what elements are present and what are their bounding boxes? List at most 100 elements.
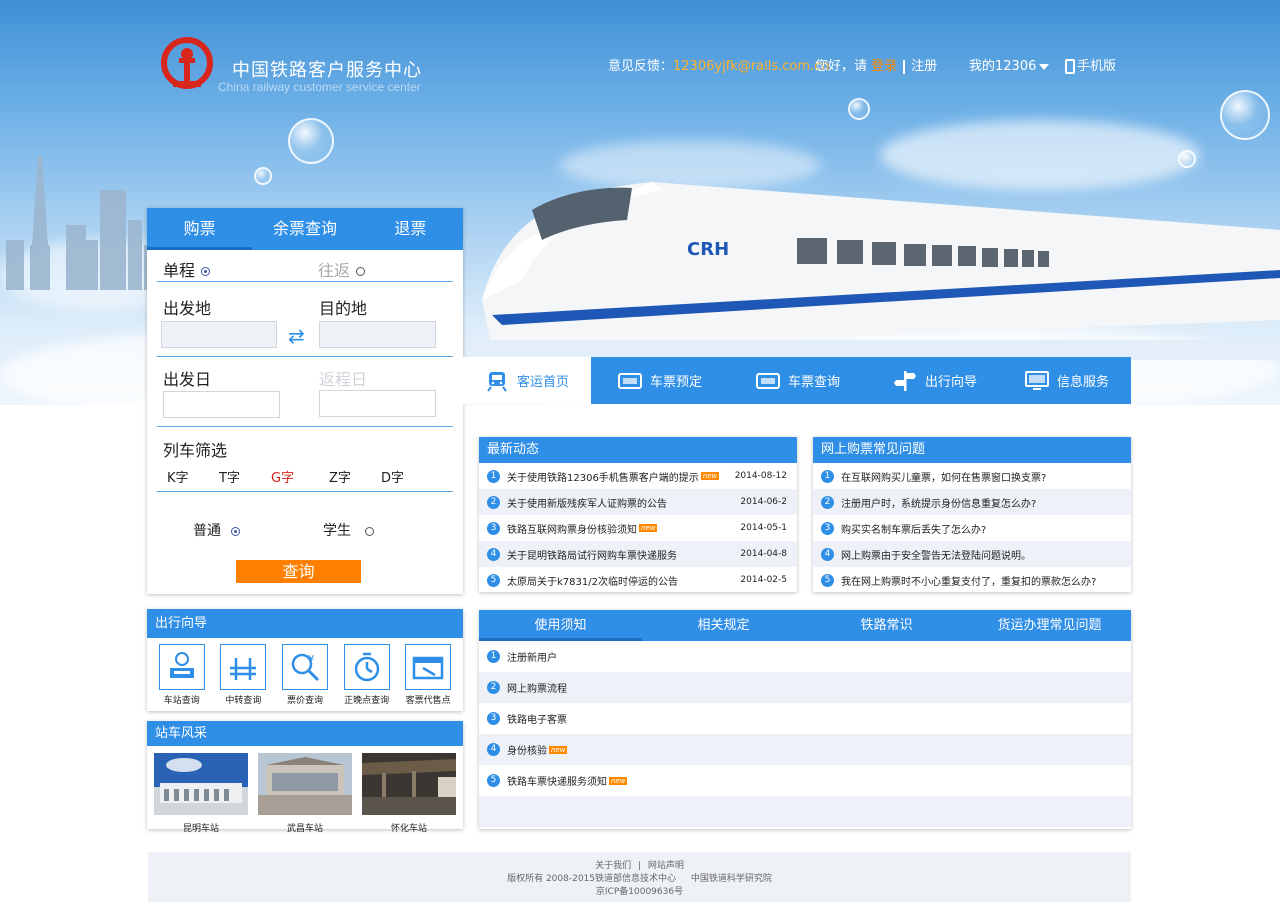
nav-passenger-home[interactable]: 客运首页 — [463, 357, 591, 404]
bubble — [1220, 90, 1270, 140]
info-item[interactable]: 4 身份核验 new — [479, 734, 1131, 765]
new-badge: new — [639, 524, 658, 532]
faq-text: 注册用户时，系统提示身份信息重复怎么办? — [841, 498, 1037, 510]
news-item[interactable]: 3 铁路互联网购票身份核验须知 new 2014-05-1 — [479, 515, 797, 541]
footer-links: 关于我们 | 网站声明 — [148, 860, 1131, 873]
depart-date-input[interactable] — [163, 391, 280, 418]
guide-agency-points[interactable]: 客票代售点 — [401, 644, 455, 706]
news-item[interactable]: 1 关于使用铁路12306手机售票客户端的提示 new 2014-08-12 — [479, 463, 797, 489]
station-photo-huaihua[interactable]: 怀化车站 — [362, 753, 456, 834]
student-radio[interactable] — [365, 526, 374, 536]
footer-separator: | — [637, 861, 642, 871]
news-item[interactable]: 5 太原局关于k7831/2次临时停运的公告 2014-02-5 — [479, 567, 797, 593]
faq-text: 在互联网购买儿童票，如何在售票窗口换支票? — [841, 472, 1047, 484]
faq-item[interactable]: 2 注册用户时，系统提示身份信息重复怎么办? — [813, 489, 1131, 515]
register-link[interactable]: 注册 — [911, 59, 937, 74]
news-item[interactable]: 4 关于昆明铁路局试行网购车票快递服务 2014-04-8 — [479, 541, 797, 567]
news-date: 2014-08-12 — [734, 471, 787, 481]
tab-refund[interactable]: 退票 — [358, 208, 463, 250]
divider — [157, 426, 453, 427]
monitor-icon — [1024, 370, 1049, 390]
one-way-radio[interactable] — [201, 267, 211, 276]
guide-title: 出行向导 — [147, 609, 463, 638]
tab-freight-faq[interactable]: 货运办理常见问题 — [968, 610, 1131, 641]
guide-transfer-query[interactable]: 中转查询 — [216, 644, 270, 706]
news-text: 关于使用新版残疾军人证购票的公告 — [507, 498, 667, 510]
number-badge: 5 — [821, 573, 834, 587]
faq-item[interactable]: 1 在互联网购买儿童票，如何在售票窗口换支票? — [813, 463, 1131, 489]
tab-regulations[interactable]: 相关规定 — [642, 610, 805, 641]
station-photo-kunming[interactable]: 昆明车站 — [154, 753, 248, 834]
faq-item[interactable]: 4 网上购票由于安全警告无法登陆问题说明。 — [813, 541, 1131, 567]
train-type-d[interactable]: D字 — [381, 467, 404, 486]
nav-label: 车票查询 — [787, 375, 840, 390]
swap-stations-icon[interactable]: ⇄ — [288, 324, 305, 348]
station-icon — [158, 644, 205, 690]
tab-railway-knowledge[interactable]: 铁路常识 — [805, 610, 968, 641]
search-button[interactable]: 查询 — [236, 560, 361, 583]
city-skyline — [6, 155, 160, 290]
stations-title: 站车风采 — [147, 721, 463, 746]
photo-label: 武昌车站 — [286, 824, 323, 834]
round-trip-label: 往返 — [318, 261, 351, 280]
round-trip-option[interactable]: 往返 — [318, 257, 366, 281]
nav-ticket-query[interactable]: 车票查询 — [729, 357, 867, 404]
faq-item[interactable]: 3 购买实名制车票后丢失了怎么办? — [813, 515, 1131, 541]
tab-usage-notice[interactable]: 使用须知 — [479, 610, 642, 641]
student-option[interactable]: 学生 — [323, 520, 374, 540]
nav-label: 客运首页 — [516, 375, 569, 390]
guide-delay-query[interactable]: 正晚点查询 — [340, 644, 394, 706]
transfer-icon — [220, 644, 267, 690]
ordinary-radio[interactable] — [231, 526, 240, 536]
number-badge: 1 — [487, 469, 500, 483]
train-type-t[interactable]: T字 — [219, 467, 240, 486]
news-item[interactable]: 2 关于使用新版残疾军人证购票的公告 2014-06-2 — [479, 489, 797, 515]
main-nav: 客运首页 车票预定 车票查询 出行向导 信息服务 — [463, 357, 1131, 404]
separator — [903, 59, 906, 74]
login-link[interactable]: 登录 — [871, 59, 897, 74]
faq-text: 我在网上购票时不小心重复支付了，重复扣的票款怎么办? — [841, 576, 1097, 588]
statement-link[interactable]: 网站声明 — [648, 861, 684, 871]
ticket-agency-icon — [405, 644, 452, 690]
return-date-input[interactable] — [319, 390, 436, 417]
station-photo-wuchang[interactable]: 武昌车站 — [258, 753, 352, 834]
institute-text: 中国铁道科学研究院 — [690, 874, 772, 884]
mobile-link[interactable]: 手机版 — [1065, 55, 1116, 74]
number-badge: 2 — [821, 495, 834, 509]
news-title: 最新动态 — [479, 437, 797, 463]
info-item[interactable]: 5 铁路车票快递服务须知 new — [479, 765, 1131, 796]
footer-copyright-line: 版权所有 2008-2015铁道部信息技术中心 中国铁道科学研究院 — [148, 873, 1131, 886]
feedback-email-link[interactable]: 12306yjfk@rails.com.cn — [673, 59, 830, 74]
nav-ticket-booking[interactable]: 车票预定 — [591, 357, 729, 404]
train-type-k[interactable]: K字 — [167, 467, 189, 486]
one-way-option[interactable]: 单程 — [163, 257, 211, 281]
feedback: 意见反馈：12306yjfk@rails.com.cn — [608, 55, 830, 74]
ordinary-option[interactable]: 普通 — [193, 520, 240, 540]
faq-item[interactable]: 5 我在网上购票时不小心重复支付了，重复扣的票款怎么办? — [813, 567, 1131, 593]
faq-text: 网上购票由于安全警告无法登陆问题说明。 — [841, 550, 1031, 562]
news-text: 太原局关于k7831/2次临时停运的公告 — [507, 576, 678, 588]
train-type-g[interactable]: G字 — [271, 467, 294, 486]
from-station-input[interactable] — [161, 321, 277, 348]
my12306-menu[interactable]: 我的12306 — [969, 55, 1050, 74]
nav-travel-guide[interactable]: 出行向导 — [867, 357, 1003, 404]
tab-buy-ticket[interactable]: 购票 — [147, 208, 253, 250]
train-type-z[interactable]: Z字 — [329, 467, 351, 486]
nav-info-service[interactable]: 信息服务 — [1003, 357, 1131, 404]
guide-fare-query[interactable]: ¥ 票价查询 — [278, 644, 332, 706]
guide-station-query[interactable]: 车站查询 — [155, 644, 209, 706]
info-item[interactable]: 2 网上购票流程 — [479, 672, 1131, 703]
to-station-input[interactable] — [319, 321, 436, 348]
info-item[interactable]: 1 注册新用户 — [479, 641, 1131, 672]
info-text: 铁路电子客票 — [507, 715, 567, 726]
site-title: 中国铁路客户服务中心 — [232, 60, 422, 81]
info-item[interactable]: 3 铁路电子客票 — [479, 703, 1131, 734]
phone-icon — [1065, 59, 1075, 74]
footer: 关于我们 | 网站声明 版权所有 2008-2015铁道部信息技术中心 中国铁道… — [148, 852, 1131, 902]
number-badge: 2 — [487, 681, 500, 694]
signpost-icon — [893, 370, 916, 391]
round-trip-radio[interactable] — [356, 267, 366, 276]
about-link[interactable]: 关于我们 — [595, 861, 631, 871]
crh-train-image: CRH — [462, 182, 1280, 360]
tab-remaining-tickets[interactable]: 余票查询 — [252, 208, 357, 250]
